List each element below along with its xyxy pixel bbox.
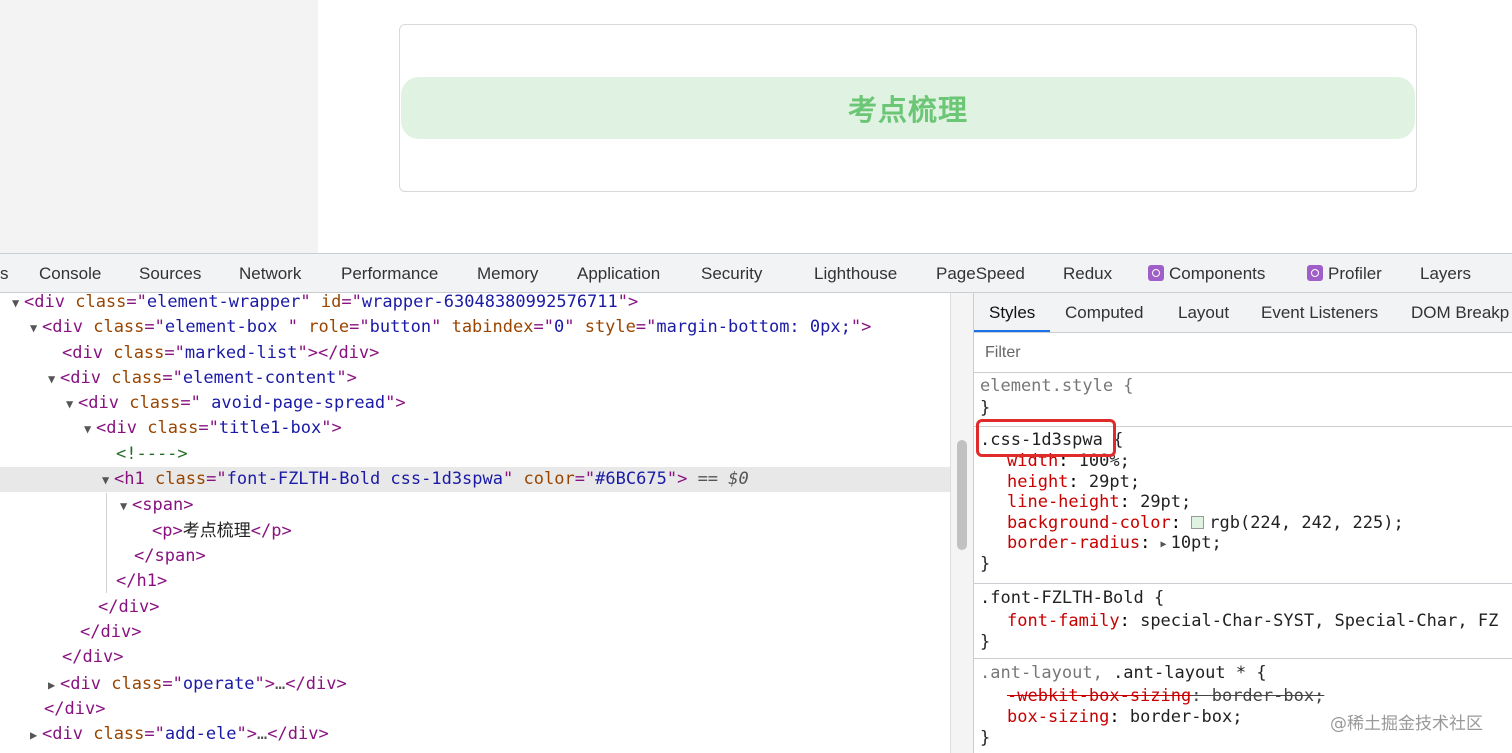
tab-pagespeed[interactable]: PageSpeed xyxy=(936,254,1025,293)
styles-tabbar: Styles Computed Layout Event Listeners D… xyxy=(974,293,1512,333)
react-icon xyxy=(1148,265,1164,281)
style-declaration[interactable]: box-sizing: border-box; xyxy=(1007,707,1242,728)
dom-close-tag[interactable]: </h1> xyxy=(0,569,950,594)
collapse-triangle-icon[interactable]: ▶ xyxy=(30,723,42,748)
rule-close: } xyxy=(980,632,991,652)
elements-panel: ▼ <div class="element-wrapper" id="wrappe… xyxy=(0,293,950,753)
dom-node[interactable]: ▼ <div class="element-box " role="button"… xyxy=(0,315,950,340)
preview-left-gutter xyxy=(0,0,318,253)
watermark: @稀土掘金技术社区 xyxy=(1330,714,1483,734)
expand-triangle-icon[interactable]: ▼ xyxy=(120,494,132,519)
rule-ant-layout: .ant-layout, .ant-layout * { -webkit-box… xyxy=(974,659,1512,753)
dom-node-collapsed[interactable]: ▶ <div class="add-ele">…</div> xyxy=(0,722,950,747)
expand-triangle-icon[interactable]: ▼ xyxy=(84,417,96,442)
expand-triangle-icon[interactable]: ▼ xyxy=(66,392,78,417)
style-declaration[interactable]: background-color: rgb(224, 242, 225); xyxy=(1007,513,1404,534)
collapse-triangle-icon[interactable]: ▶ xyxy=(48,673,60,698)
dom-node[interactable]: <p>考点梳理</p> xyxy=(0,519,950,544)
active-tab-underline xyxy=(974,330,1050,332)
dom-node[interactable]: ▼ <div class="element-content"> xyxy=(0,366,950,391)
tab-elements[interactable]: s xyxy=(0,254,9,293)
color-swatch-icon[interactable] xyxy=(1191,516,1205,529)
tab-components[interactable]: Components xyxy=(1148,254,1265,293)
tab-security[interactable]: Security xyxy=(701,254,762,293)
style-declaration[interactable]: font-family: special-Char-SYST, Special-… xyxy=(1007,611,1498,632)
tab-profiler[interactable]: Profiler xyxy=(1307,254,1382,293)
tab-lighthouse[interactable]: Lighthouse xyxy=(814,254,897,293)
tab-performance[interactable]: Performance xyxy=(341,254,438,293)
dom-node[interactable]: ▼ <div class="title1-box"> xyxy=(0,416,950,441)
tab-redux[interactable]: Redux xyxy=(1063,254,1112,293)
style-declaration[interactable]: border-radius: ▶ 10pt; xyxy=(1007,533,1222,554)
tab-network[interactable]: Network xyxy=(239,254,301,293)
dom-node-collapsed[interactable]: ▶ <div class="operate">…</div> xyxy=(0,672,950,697)
tab-dom-breakpoints[interactable]: DOM Breakp xyxy=(1411,293,1509,332)
rule-close: } xyxy=(980,554,991,574)
dom-node[interactable]: <div class="marked-list"></div> xyxy=(0,341,950,366)
rule-selector[interactable]: .font-FZLTH-Bold { xyxy=(980,588,1164,609)
rule-close: } xyxy=(980,398,991,418)
rule-font-fzlth-bold: .font-FZLTH-Bold { font-family: special-… xyxy=(974,584,1512,659)
styles-filter-input[interactable]: Filter xyxy=(974,333,1512,373)
expand-triangle-icon[interactable]: ▼ xyxy=(30,316,42,341)
dom-close-tag[interactable]: </div> xyxy=(0,645,950,670)
rule-close: } xyxy=(980,728,991,748)
dom-close-tag[interactable]: </div> xyxy=(0,595,950,620)
tab-console[interactable]: Console xyxy=(39,254,101,293)
element-card[interactable]: 考点梳理 xyxy=(399,24,1417,192)
devtools-tabbar: s Console Sources Network Performance Me… xyxy=(0,253,1512,293)
tree-guide-line xyxy=(106,493,107,593)
tab-computed[interactable]: Computed xyxy=(1065,293,1143,332)
expand-triangle-icon[interactable]: ▶ xyxy=(1161,534,1167,555)
tab-styles[interactable]: Styles xyxy=(989,293,1035,332)
tab-event-listeners[interactable]: Event Listeners xyxy=(1261,293,1378,332)
rule-selector[interactable]: .ant-layout, .ant-layout * { xyxy=(980,663,1267,684)
tab-layout[interactable]: Layout xyxy=(1178,293,1229,332)
title-pill[interactable]: 考点梳理 xyxy=(401,77,1415,139)
page-preview: 考点梳理 xyxy=(0,0,1512,253)
style-declaration-overridden[interactable]: -webkit-box-sizing: border-box; xyxy=(1007,686,1324,707)
dom-node[interactable]: ▼ <span> xyxy=(0,493,950,518)
style-declaration[interactable]: height: 29pt; xyxy=(1007,472,1140,493)
expand-triangle-icon[interactable]: ▼ xyxy=(12,293,24,316)
dom-node[interactable]: ▼ <div class="element-wrapper" id="wrappe… xyxy=(0,293,950,315)
styles-pane: Styles Computed Layout Event Listeners D… xyxy=(973,293,1512,753)
dom-close-tag[interactable]: </div> xyxy=(0,697,950,722)
tab-layers[interactable]: Layers xyxy=(1420,254,1471,293)
rule-selector[interactable]: element.style { xyxy=(980,376,1134,397)
dom-comment[interactable]: <!----> xyxy=(0,442,950,467)
elements-scrollbar-thumb[interactable] xyxy=(957,440,967,550)
rule-css-1d3spwa: .css-1d3spwa { width: 100%; height: 29pt… xyxy=(974,419,1512,584)
expand-triangle-icon[interactable]: ▼ xyxy=(48,367,60,392)
tab-sources[interactable]: Sources xyxy=(139,254,201,293)
react-icon xyxy=(1307,265,1323,281)
dom-node[interactable]: ▼ <div class=" avoid-page-spread"> xyxy=(0,391,950,416)
tab-application[interactable]: Application xyxy=(577,254,660,293)
title-text: 考点梳理 xyxy=(847,93,968,127)
dom-node-selected[interactable]: ▼ <h1 class="font-FZLTH-Bold css-1d3spwa"… xyxy=(0,467,950,492)
annotation-highlight-box xyxy=(976,419,1116,457)
dom-close-tag[interactable]: </span> xyxy=(0,544,950,569)
expand-triangle-icon[interactable]: ▼ xyxy=(102,468,114,493)
dom-close-tag[interactable]: </div> xyxy=(0,620,950,645)
tab-memory[interactable]: Memory xyxy=(477,254,538,293)
style-declaration[interactable]: line-height: 29pt; xyxy=(1007,492,1191,513)
